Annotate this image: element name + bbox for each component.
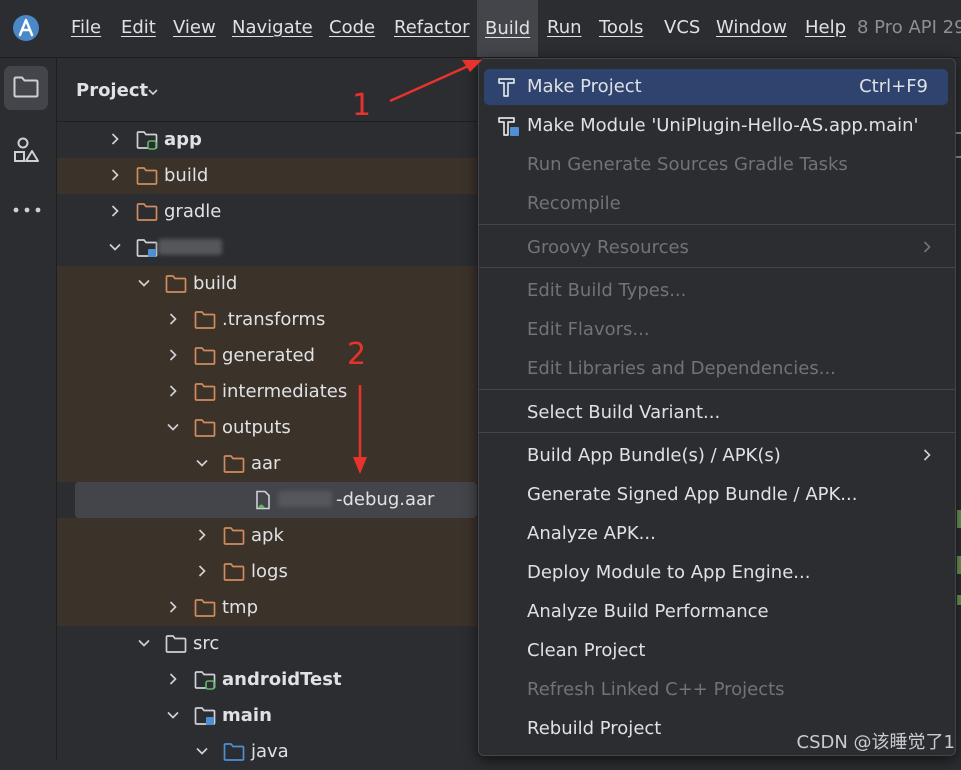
annotation-layer [353, 60, 482, 474]
annotation-arrow-1 [389, 60, 482, 103]
watermark: CSDN @该睡觉了1 [796, 732, 956, 753]
annotation-arrow-2 [353, 385, 367, 474]
annotation-step-2: 2 [347, 337, 367, 372]
annotation-step-1: 1 [352, 88, 372, 123]
